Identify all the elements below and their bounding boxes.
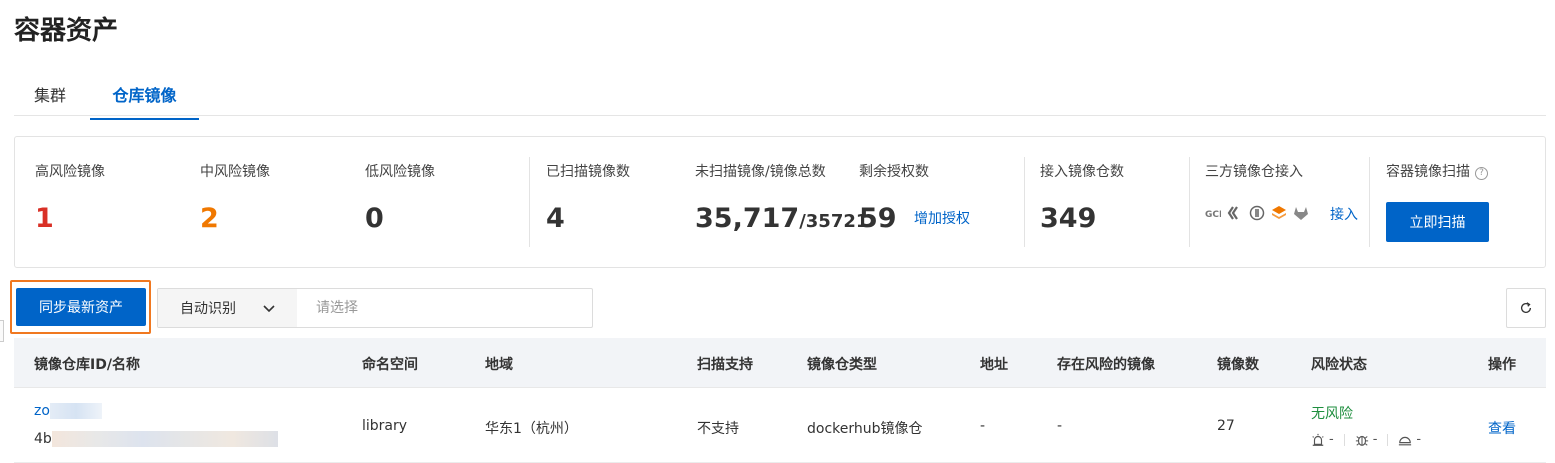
alarm-icon — [1312, 433, 1324, 446]
third-party-icons: GCR — [1205, 205, 1309, 221]
filter-type-select[interactable]: 自动识别 — [158, 289, 297, 327]
divider — [529, 157, 530, 247]
sync-assets-button[interactable]: 同步最新资产 — [16, 288, 146, 326]
stat-label: 中风险镜像 — [200, 164, 270, 180]
alarm-group: - — [1311, 432, 1334, 447]
divider — [1024, 157, 1025, 247]
divider — [1369, 157, 1370, 247]
highlight-box: 同步最新资产 — [10, 280, 151, 334]
license-count: 59 — [859, 203, 897, 234]
col-header: 镜像数 — [1217, 357, 1259, 373]
stat-label: 容器镜像扫描 — [1386, 164, 1470, 180]
refresh-button[interactable] — [1506, 288, 1546, 328]
col-header: 扫描支持 — [697, 357, 753, 373]
stat-value[interactable]: 35,717/35721 — [695, 203, 868, 234]
cell-repo-type: dockerhub镜像仓 — [807, 421, 923, 437]
cell-namespace: library — [362, 418, 408, 434]
cell-image-count: 27 — [1217, 418, 1235, 434]
page-title: 容器资产 — [14, 16, 119, 46]
stat-value[interactable]: 349 — [1040, 203, 1096, 234]
repo-name: 4b — [34, 431, 278, 447]
col-header: 镜像仓类型 — [807, 357, 877, 373]
side-collapse-handle[interactable] — [0, 320, 4, 342]
table-header: 镜像仓库ID/名称 命名空间 地域 扫描支持 镜像仓类型 地址 存在风险的镜像 … — [14, 338, 1546, 388]
baseline-group: - — [1398, 432, 1421, 447]
cell-risk-images: - — [1057, 418, 1063, 434]
help-icon[interactable]: ? — [1475, 167, 1488, 180]
col-header: 风险状态 — [1311, 357, 1367, 373]
unscanned-count: 35,717 — [695, 203, 800, 234]
col-header: 镜像仓库ID/名称 — [34, 357, 140, 373]
stat-scan: 容器镜像扫描? 立即扫描 — [1386, 137, 1536, 267]
redacted-text — [49, 403, 102, 419]
stat-label: 未扫描镜像/镜像总数 — [695, 164, 826, 180]
refresh-icon — [1520, 302, 1532, 314]
col-header: 地域 — [485, 357, 513, 373]
filter-type-label: 自动识别 — [180, 301, 236, 317]
stat-value[interactable]: 0 — [365, 203, 384, 234]
stat-label: 低风险镜像 — [365, 164, 435, 180]
gitlab-icon — [1294, 207, 1308, 220]
cell-region: 华东1（杭州） — [485, 421, 578, 437]
bug-count: - — [1372, 432, 1378, 447]
repo-name-prefix: 4b — [34, 431, 52, 447]
add-license-link[interactable]: 增加授权 — [914, 211, 970, 227]
stat-value[interactable]: 4 — [546, 203, 565, 234]
risk-status: 无风险 — [1311, 406, 1353, 422]
stats-panel: 高风险镜像 1 中风险镜像 2 低风险镜像 0 已扫描镜像数 4 未扫描镜像/镜… — [14, 136, 1546, 268]
tab-cluster[interactable]: 集群 — [34, 82, 66, 118]
redacted-text — [51, 431, 278, 447]
stat-label: 高风险镜像 — [35, 164, 105, 180]
repo-id[interactable]: zo — [34, 403, 102, 419]
tab-repo-images[interactable]: 仓库镜像 — [90, 82, 199, 120]
col-header: 命名空间 — [362, 357, 418, 373]
stat-third-party: 三方镜像仓接入 GCR 接入 — [1189, 137, 1369, 267]
stat-label: 已扫描镜像数 — [546, 164, 630, 180]
stat-value: 59 增加授权 — [859, 203, 970, 234]
tab-bar: 集群 仓库镜像 — [14, 70, 1546, 120]
baseline-icon — [1399, 436, 1412, 445]
scan-now-button[interactable]: 立即扫描 — [1386, 202, 1489, 242]
bug-group: - — [1355, 432, 1378, 447]
baseline-count: - — [1416, 432, 1422, 447]
chevron-down-icon — [263, 305, 275, 313]
risk-counts: - - - — [1311, 432, 1421, 447]
col-header: 地址 — [980, 357, 1008, 373]
stat-label-wrap: 容器镜像扫描? — [1386, 161, 1488, 181]
stat-label: 接入镜像仓数 — [1040, 164, 1124, 180]
connect-link[interactable]: 接入 — [1330, 204, 1358, 224]
divider — [1387, 433, 1389, 446]
stat-value[interactable]: 2 — [200, 203, 219, 234]
harbor-icon — [1249, 205, 1265, 221]
svg-text:GCR: GCR — [1205, 210, 1221, 220]
divider — [1343, 433, 1345, 446]
stat-label: 三方镜像仓接入 — [1205, 164, 1303, 180]
quay-icon — [1227, 206, 1238, 220]
stat-label: 剩余授权数 — [859, 164, 929, 180]
alarm-count: - — [1329, 432, 1334, 447]
repo-id-prefix: zo — [34, 403, 50, 419]
col-header: 操作 — [1488, 357, 1516, 373]
jfrog-icon — [1272, 206, 1286, 219]
bug-icon — [1355, 435, 1368, 446]
stat-value[interactable]: 1 — [35, 203, 54, 234]
table-row: zo 4b library 华东1（杭州） 不支持 dockerhub镜像仓 -… — [14, 389, 1546, 463]
filter-bar: 自动识别 — [157, 288, 593, 328]
col-header: 存在风险的镜像 — [1057, 357, 1155, 373]
filter-input[interactable] — [308, 289, 588, 327]
cell-address: - — [980, 418, 986, 434]
cell-scan-support: 不支持 — [697, 421, 739, 437]
gcr-icon: GCR — [1205, 210, 1221, 220]
view-link[interactable]: 查看 — [1488, 418, 1516, 438]
